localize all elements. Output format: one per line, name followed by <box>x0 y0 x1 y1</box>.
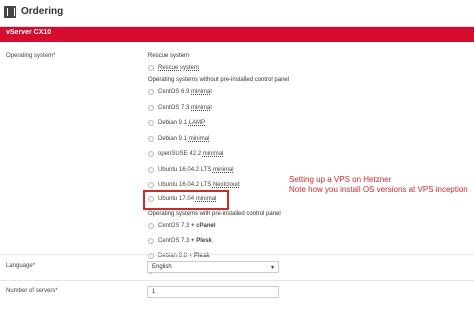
os-label: Operating system* <box>6 53 56 59</box>
option-label: CentOS 7.3 + Plesk <box>158 238 212 244</box>
chevron-down-icon: ▾ <box>270 265 274 271</box>
radio-button[interactable] <box>148 120 154 126</box>
no-panel-heading: Operating systems without pre-installed … <box>148 77 290 83</box>
radio-button[interactable] <box>148 65 154 71</box>
top-bar: Ordering <box>0 0 474 27</box>
servers-value: 1 <box>152 289 156 295</box>
radio-button[interactable] <box>148 104 154 111</box>
option-label: CentOS 7.3 + cPanel <box>158 223 216 229</box>
panel-heading: Operating systems with pre-installed con… <box>148 211 281 217</box>
language-label: Language* <box>6 263 36 269</box>
servers-label: Number of servers* <box>6 288 58 294</box>
radio-button[interactable] <box>148 238 154 244</box>
product-title: vServer CX10 <box>6 29 52 36</box>
servers-input[interactable]: 1 <box>147 286 279 298</box>
table-icon <box>4 6 16 18</box>
radio-button[interactable] <box>148 151 154 157</box>
radio-button[interactable] <box>148 89 154 95</box>
highlight-box <box>143 190 229 210</box>
rescue-heading: Rescue system <box>148 53 190 59</box>
annotation-text: Setting up a VPS on Hetzner Note how you… <box>289 175 468 195</box>
radio-button[interactable] <box>148 223 154 229</box>
annotation-line-2: Note how you install OS versions at VPS … <box>289 185 468 194</box>
radio-button[interactable] <box>148 135 154 142</box>
product-bar: vServer CX10 <box>0 27 474 42</box>
page-title: Ordering <box>21 6 64 17</box>
annotation-line-1: Setting up a VPS on Hetzner <box>289 175 392 184</box>
language-select[interactable]: English ▾ <box>147 261 279 273</box>
divider <box>0 280 474 281</box>
divider <box>0 254 474 255</box>
radio-button[interactable] <box>148 166 154 173</box>
language-value: English <box>152 264 172 270</box>
radio-button[interactable] <box>148 182 154 188</box>
